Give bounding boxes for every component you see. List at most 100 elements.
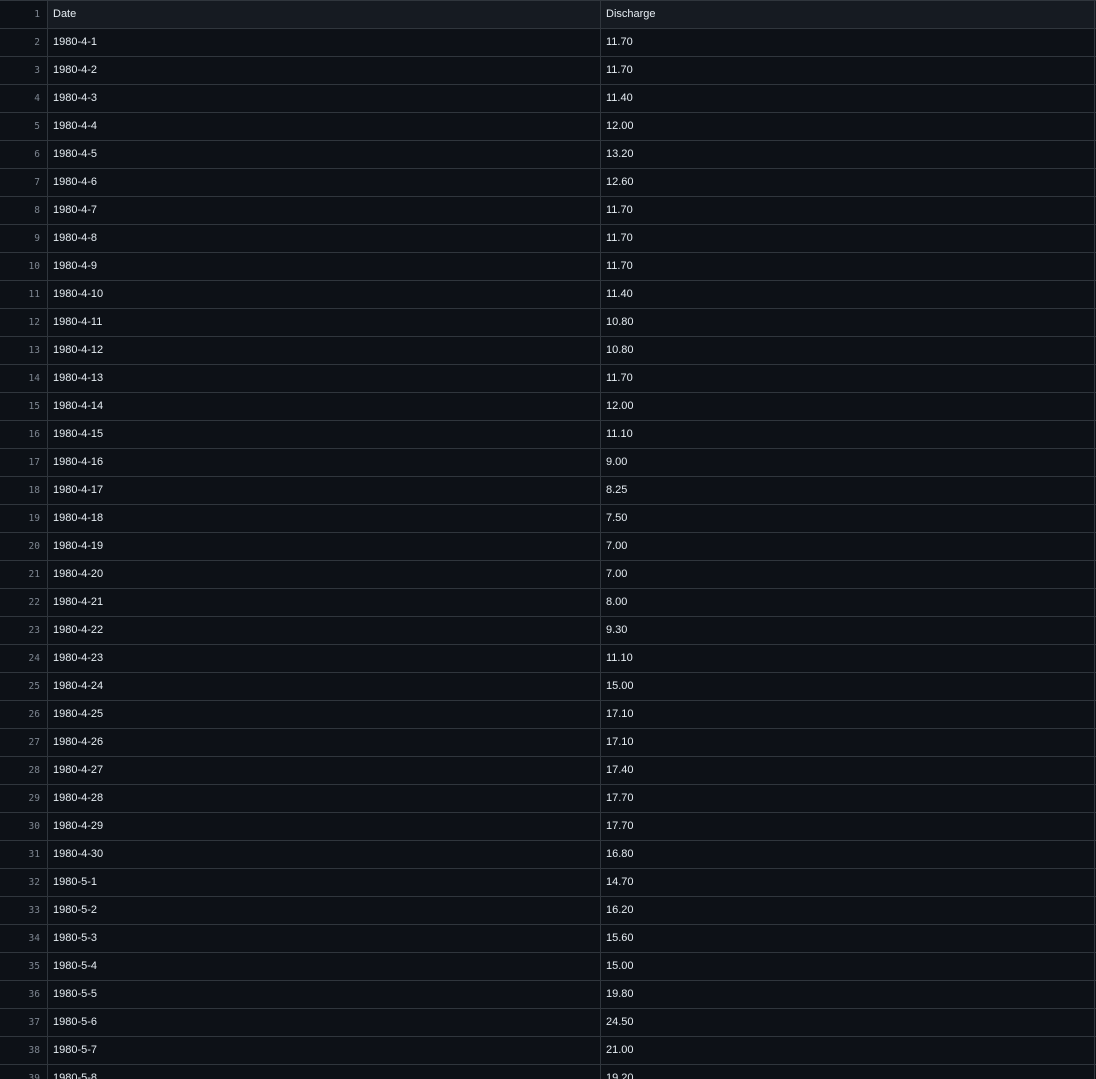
discharge-cell[interactable]: 19.20 [601,1065,1095,1079]
discharge-cell[interactable]: 11.40 [601,281,1095,308]
row-number[interactable]: 25 [0,673,48,700]
discharge-cell[interactable]: 12.00 [601,393,1095,420]
row-number[interactable]: 7 [0,169,48,196]
discharge-cell[interactable]: 11.40 [601,85,1095,112]
row-number[interactable]: 13 [0,337,48,364]
row-number[interactable]: 15 [0,393,48,420]
discharge-cell[interactable]: 12.60 [601,169,1095,196]
date-cell[interactable]: 1980-4-10 [48,281,601,308]
row-number[interactable]: 5 [0,113,48,140]
row-number[interactable]: 21 [0,561,48,588]
row-number[interactable]: 38 [0,1037,48,1064]
discharge-cell[interactable]: 11.70 [601,253,1095,280]
discharge-cell[interactable]: 16.20 [601,897,1095,924]
row-number[interactable]: 16 [0,421,48,448]
discharge-cell[interactable]: 13.20 [601,141,1095,168]
date-cell[interactable]: 1980-4-12 [48,337,601,364]
discharge-cell[interactable]: 11.70 [601,29,1095,56]
date-cell[interactable]: 1980-4-29 [48,813,601,840]
discharge-cell[interactable]: 9.00 [601,449,1095,476]
row-number[interactable]: 26 [0,701,48,728]
discharge-cell[interactable]: 7.00 [601,533,1095,560]
date-cell[interactable]: 1980-5-2 [48,897,601,924]
row-number[interactable]: 22 [0,589,48,616]
date-cell[interactable]: 1980-5-1 [48,869,601,896]
discharge-cell[interactable]: 24.50 [601,1009,1095,1036]
row-number[interactable]: 11 [0,281,48,308]
date-cell[interactable]: 1980-4-8 [48,225,601,252]
discharge-cell[interactable]: 12.00 [601,113,1095,140]
date-cell[interactable]: 1980-5-5 [48,981,601,1008]
date-cell[interactable]: 1980-4-13 [48,365,601,392]
date-cell[interactable]: 1980-4-22 [48,617,601,644]
row-number[interactable]: 31 [0,841,48,868]
row-number[interactable]: 4 [0,85,48,112]
row-number[interactable]: 6 [0,141,48,168]
discharge-cell[interactable]: 9.30 [601,617,1095,644]
discharge-cell[interactable]: 11.10 [601,421,1095,448]
row-number[interactable]: 19 [0,505,48,532]
date-cell[interactable]: 1980-4-23 [48,645,601,672]
discharge-cell[interactable]: 21.00 [601,1037,1095,1064]
row-number[interactable]: 3 [0,57,48,84]
date-cell[interactable]: 1980-5-3 [48,925,601,952]
row-number[interactable]: 14 [0,365,48,392]
date-cell[interactable]: 1980-4-16 [48,449,601,476]
date-cell[interactable]: 1980-4-25 [48,701,601,728]
discharge-cell[interactable]: 11.70 [601,197,1095,224]
date-cell[interactable]: 1980-4-28 [48,785,601,812]
date-cell[interactable]: 1980-4-4 [48,113,601,140]
row-number[interactable]: 33 [0,897,48,924]
row-number[interactable]: 8 [0,197,48,224]
discharge-cell[interactable]: 17.10 [601,701,1095,728]
date-cell[interactable]: 1980-4-30 [48,841,601,868]
row-number[interactable]: 1 [0,1,48,28]
discharge-cell[interactable]: 14.70 [601,869,1095,896]
row-number[interactable]: 23 [0,617,48,644]
discharge-cell[interactable]: 11.70 [601,225,1095,252]
discharge-cell[interactable]: 7.00 [601,561,1095,588]
discharge-cell[interactable]: 15.60 [601,925,1095,952]
date-cell[interactable]: 1980-5-7 [48,1037,601,1064]
date-cell[interactable]: 1980-5-8 [48,1065,601,1079]
column-header-discharge[interactable]: Discharge [601,1,1095,28]
date-cell[interactable]: 1980-5-6 [48,1009,601,1036]
row-number[interactable]: 32 [0,869,48,896]
row-number[interactable]: 24 [0,645,48,672]
row-number[interactable]: 12 [0,309,48,336]
date-cell[interactable]: 1980-4-27 [48,757,601,784]
row-number[interactable]: 28 [0,757,48,784]
discharge-cell[interactable]: 11.70 [601,365,1095,392]
row-number[interactable]: 18 [0,477,48,504]
date-cell[interactable]: 1980-4-7 [48,197,601,224]
row-number[interactable]: 17 [0,449,48,476]
date-cell[interactable]: 1980-4-17 [48,477,601,504]
date-cell[interactable]: 1980-4-15 [48,421,601,448]
date-cell[interactable]: 1980-4-21 [48,589,601,616]
row-number[interactable]: 30 [0,813,48,840]
row-number[interactable]: 37 [0,1009,48,1036]
date-cell[interactable]: 1980-4-11 [48,309,601,336]
discharge-cell[interactable]: 17.70 [601,813,1095,840]
row-number[interactable]: 39 [0,1065,48,1079]
discharge-cell[interactable]: 17.10 [601,729,1095,756]
row-number[interactable]: 2 [0,29,48,56]
discharge-cell[interactable]: 16.80 [601,841,1095,868]
discharge-cell[interactable]: 15.00 [601,953,1095,980]
row-number[interactable]: 20 [0,533,48,560]
discharge-cell[interactable]: 7.50 [601,505,1095,532]
discharge-cell[interactable]: 19.80 [601,981,1095,1008]
row-number[interactable]: 35 [0,953,48,980]
date-cell[interactable]: 1980-4-5 [48,141,601,168]
date-cell[interactable]: 1980-4-14 [48,393,601,420]
discharge-cell[interactable]: 17.70 [601,785,1095,812]
row-number[interactable]: 36 [0,981,48,1008]
row-number[interactable]: 27 [0,729,48,756]
date-cell[interactable]: 1980-4-6 [48,169,601,196]
date-cell[interactable]: 1980-4-2 [48,57,601,84]
discharge-cell[interactable]: 8.25 [601,477,1095,504]
column-header-date[interactable]: Date [48,1,601,28]
row-number[interactable]: 34 [0,925,48,952]
discharge-cell[interactable]: 17.40 [601,757,1095,784]
date-cell[interactable]: 1980-4-24 [48,673,601,700]
